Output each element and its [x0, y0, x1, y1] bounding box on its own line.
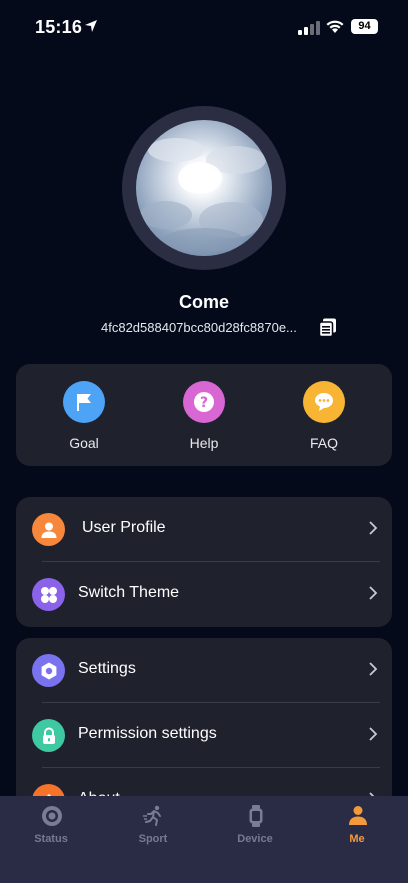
- menu-label-permission-settings: Permission settings: [78, 725, 217, 742]
- user-icon: [32, 513, 65, 546]
- quick-actions-card: Goal ? Help FAQ: [16, 364, 392, 466]
- chat-icon: [303, 381, 345, 423]
- menu-item-settings[interactable]: Settings: [16, 638, 392, 702]
- theme-icon: [32, 578, 65, 611]
- faq-label: FAQ: [309, 435, 338, 451]
- status-time: 15:16: [35, 17, 83, 37]
- tab-label-device: Device: [237, 833, 273, 845]
- tab-me[interactable]: Me: [306, 796, 408, 856]
- menu-label-settings: Settings: [78, 660, 136, 677]
- question-icon: ?: [183, 381, 225, 423]
- wifi-icon: [326, 20, 344, 33]
- gear-icon: [32, 654, 65, 687]
- help-button[interactable]: ? Help: [164, 381, 244, 451]
- lock-icon: [32, 719, 65, 752]
- tab-device[interactable]: Device: [204, 796, 306, 856]
- status-icon: [42, 806, 62, 826]
- chevron-right-icon: [369, 662, 378, 676]
- avatar[interactable]: [136, 120, 272, 256]
- person-icon: [349, 806, 367, 825]
- chevron-right-icon: [369, 727, 378, 741]
- goal-label: Goal: [69, 435, 99, 451]
- cellular-signal-icon: [298, 21, 320, 35]
- menu-item-user-profile[interactable]: User Profile: [16, 497, 392, 561]
- watch-icon: [249, 805, 263, 827]
- tab-label-me: Me: [349, 833, 365, 845]
- svg-text:?: ?: [200, 395, 208, 411]
- menu-label-user-profile: User Profile: [82, 519, 166, 536]
- menu-group-settings: Settings Permission settings About: [16, 638, 392, 808]
- user-name: Come: [178, 292, 229, 312]
- help-label: Help: [189, 435, 219, 451]
- menu-label-switch-theme: Switch Theme: [78, 584, 180, 601]
- menu-group-profile: User Profile Switch Theme: [16, 497, 392, 627]
- flag-icon: [63, 381, 105, 423]
- tab-sport[interactable]: Sport: [102, 796, 204, 856]
- battery-indicator: 94: [351, 19, 378, 34]
- goal-button[interactable]: Goal: [44, 381, 124, 451]
- tab-bar: Status Sport Device Me: [0, 796, 408, 883]
- faq-button[interactable]: FAQ: [284, 381, 364, 451]
- status-bar: 15:16 94: [0, 0, 408, 54]
- chevron-right-icon: [369, 586, 378, 600]
- user-id: 4fc82d588407bcc80d28fc8870e...: [101, 320, 297, 335]
- copy-icon[interactable]: [319, 318, 337, 337]
- chevron-right-icon: [369, 521, 378, 535]
- tab-label-sport: Sport: [138, 833, 168, 845]
- avatar-sky-image: [136, 120, 272, 256]
- tab-label-status: Status: [34, 833, 68, 845]
- menu-item-permission-settings[interactable]: Permission settings: [16, 703, 392, 767]
- tab-status[interactable]: Status: [0, 796, 102, 856]
- menu-item-switch-theme[interactable]: Switch Theme: [16, 562, 392, 626]
- running-icon: [143, 805, 161, 826]
- location-arrow-icon: [85, 20, 97, 32]
